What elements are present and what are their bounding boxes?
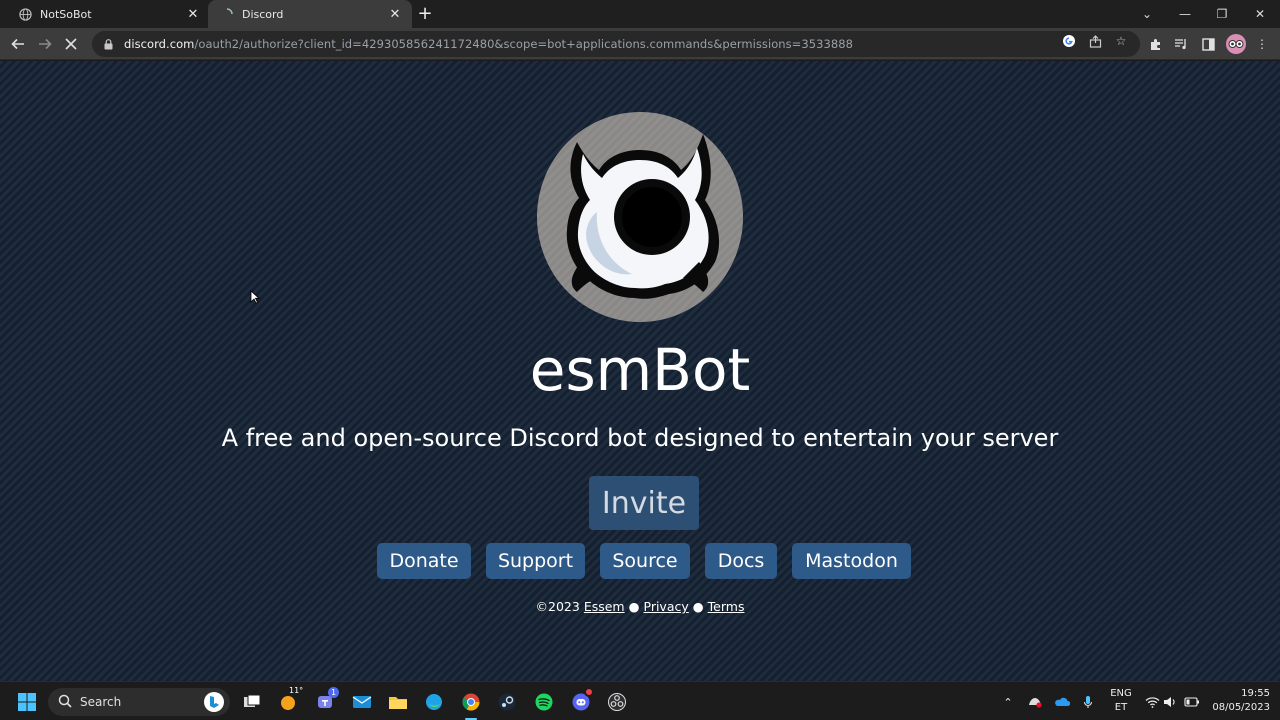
- chevron-down-icon[interactable]: ⌄: [1128, 0, 1166, 28]
- teams-icon[interactable]: 1: [313, 687, 339, 714]
- tab-bar: NotSoBot ✕ Discord ✕ + ⌄ — ❐ ✕: [0, 0, 1280, 28]
- url-text[interactable]: discord.com/oauth2/authorize?client_id=4…: [124, 37, 853, 51]
- file-explorer-icon[interactable]: [386, 690, 410, 714]
- chevron-up-icon[interactable]: ⌃: [1000, 692, 1016, 712]
- task-view-icon[interactable]: [240, 690, 264, 714]
- globe-icon: [18, 7, 32, 21]
- weather-temp: 11°: [289, 686, 304, 695]
- close-icon[interactable]: ✕: [186, 7, 200, 22]
- media-control-icon[interactable]: [1172, 35, 1190, 53]
- search-label: Search: [80, 695, 122, 709]
- language-indicator[interactable]: ENG ET: [1108, 687, 1134, 715]
- windows-start-icon[interactable]: [15, 690, 39, 714]
- separator-dot: ●: [628, 599, 640, 614]
- clock-date: 08/05/2023: [1212, 702, 1270, 713]
- terms-link[interactable]: Terms: [708, 599, 745, 614]
- back-button[interactable]: [6, 32, 30, 56]
- profile-avatar[interactable]: [1226, 34, 1246, 54]
- new-tab-button[interactable]: +: [415, 4, 435, 24]
- docs-button[interactable]: Docs: [705, 543, 777, 579]
- loading-spinner-icon: [220, 7, 234, 21]
- minimize-button[interactable]: —: [1166, 0, 1204, 28]
- notification-dot: [584, 687, 594, 697]
- copyright-text: ©2023: [535, 599, 580, 614]
- author-link[interactable]: Essem: [584, 599, 625, 614]
- battery-icon[interactable]: [1183, 692, 1201, 712]
- google-lens-icon[interactable]: [1061, 33, 1077, 49]
- weather-icon[interactable]: 11°: [276, 686, 303, 714]
- donate-button[interactable]: Donate: [377, 543, 471, 579]
- tab-notsobot[interactable]: NotSoBot ✕: [6, 0, 210, 28]
- chrome-icon[interactable]: [459, 690, 483, 714]
- restore-button[interactable]: ❐: [1203, 0, 1241, 28]
- clock-time: 19:55: [1241, 688, 1270, 699]
- spotify-icon[interactable]: [532, 690, 556, 714]
- steam-icon[interactable]: [495, 690, 519, 714]
- obs-icon[interactable]: [605, 690, 629, 714]
- esmbot-logo: [537, 112, 743, 322]
- share-icon[interactable]: [1087, 33, 1103, 49]
- onedrive-icon[interactable]: [1053, 692, 1071, 712]
- bot-tagline: A free and open-source Discord bot desig…: [221, 424, 1059, 452]
- keyboard-layout: ET: [1114, 702, 1128, 713]
- tab-discord[interactable]: Discord ✕: [208, 0, 412, 28]
- system-clock[interactable]: 19:55 08/05/2023: [1208, 687, 1270, 715]
- language-code: ENG: [1110, 688, 1132, 699]
- extensions-icon[interactable]: [1146, 35, 1164, 53]
- lock-icon[interactable]: [102, 38, 114, 50]
- bookmark-star-icon[interactable]: ☆: [1113, 33, 1129, 49]
- browser-toolbar: discord.com/oauth2/authorize?client_id=4…: [0, 28, 1280, 60]
- footer: ©2023 Essem ● Privacy ● Terms: [0, 599, 1280, 614]
- source-button[interactable]: Source: [600, 543, 690, 579]
- taskbar-search[interactable]: Search: [48, 688, 230, 716]
- bot-name-heading: esmBot: [529, 336, 751, 404]
- notification-badge: 1: [328, 687, 339, 698]
- side-panel-icon[interactable]: [1199, 35, 1217, 53]
- mastodon-button[interactable]: Mastodon: [792, 543, 911, 579]
- volume-icon[interactable]: [1162, 692, 1178, 712]
- esmbot-landing-page: esmBot A free and open-source Discord bo…: [0, 61, 1280, 681]
- edge-icon[interactable]: [422, 690, 446, 714]
- discord-icon[interactable]: [569, 687, 594, 714]
- invite-button[interactable]: Invite: [589, 476, 699, 530]
- privacy-link[interactable]: Privacy: [644, 599, 689, 614]
- microphone-icon[interactable]: [1080, 692, 1096, 712]
- more-menu-icon[interactable]: ⋮: [1253, 35, 1271, 53]
- window-close-button[interactable]: ✕: [1241, 0, 1279, 28]
- mouse-cursor-icon: [250, 289, 261, 304]
- tab-title: NotSoBot: [40, 7, 92, 21]
- address-bar[interactable]: discord.com/oauth2/authorize?client_id=4…: [92, 31, 1140, 57]
- tab-title: Discord: [242, 7, 284, 21]
- support-button[interactable]: Support: [486, 543, 585, 579]
- stop-loading-button[interactable]: [59, 32, 83, 56]
- windows-taskbar: Search 11° 1 ⌃ ENG ET 19:55 08/05/2023: [0, 681, 1280, 720]
- bing-icon[interactable]: [204, 692, 224, 712]
- wifi-icon[interactable]: [1143, 692, 1161, 712]
- separator-dot: ●: [692, 599, 704, 614]
- close-icon[interactable]: ✕: [388, 7, 402, 22]
- forward-button[interactable]: [33, 32, 57, 56]
- tray-app-icon[interactable]: [1026, 692, 1044, 712]
- search-icon: [58, 693, 72, 712]
- mail-icon[interactable]: [350, 690, 374, 714]
